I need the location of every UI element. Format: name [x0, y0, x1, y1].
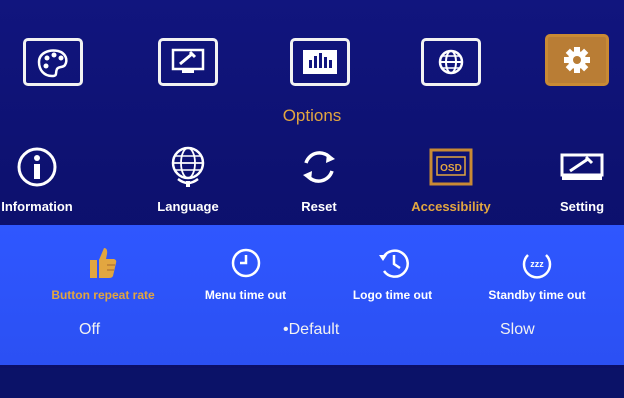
param-label: Menu time out	[204, 288, 287, 302]
globe-icon[interactable]	[421, 38, 481, 86]
tab-label: Information	[1, 199, 73, 214]
tab-setting[interactable]: Setting	[527, 143, 624, 214]
gear-icon[interactable]	[545, 34, 609, 86]
tab-label: Setting	[559, 199, 605, 214]
tab-reset[interactable]: Reset	[264, 143, 374, 214]
tab-label: Language	[157, 199, 219, 214]
tab-label: Accessibility	[411, 199, 491, 214]
param-label: Standby time out	[488, 288, 586, 302]
bottom-bar	[0, 368, 624, 398]
sleep-icon-text: zzz	[530, 259, 544, 269]
info-icon	[0, 143, 92, 191]
reset-icon	[264, 143, 374, 191]
tab-information[interactable]: Information	[0, 143, 92, 214]
globe-icon	[133, 143, 243, 191]
tab-language[interactable]: Language	[133, 143, 243, 214]
parameter-panel: Button repeat rate Menu time out Logo ti…	[0, 225, 624, 365]
setting-icon	[527, 143, 624, 191]
tab-label: Reset	[301, 199, 337, 214]
thumbs-up-icon	[24, 245, 182, 281]
equalizer-icon[interactable]	[290, 38, 350, 86]
value-default[interactable]: •Default	[283, 321, 339, 339]
value-slow[interactable]: Slow	[500, 321, 535, 339]
value-off[interactable]: Off	[79, 321, 100, 339]
osd-icon-text: OSD	[440, 163, 462, 174]
param-standby-time-out[interactable]: zzz Standby time out	[462, 245, 612, 302]
monitor-settings-icon[interactable]	[158, 38, 218, 86]
param-label: Logo time out	[352, 288, 433, 302]
param-logo-time-out[interactable]: Logo time out	[330, 245, 455, 302]
osd-screen: Options Information Language Reset OSD A…	[0, 0, 624, 398]
picture-icon[interactable]	[23, 38, 83, 86]
param-button-repeat-rate[interactable]: Button repeat rate	[24, 245, 182, 302]
param-menu-time-out[interactable]: Menu time out	[183, 245, 308, 302]
value-label: Default	[288, 321, 340, 338]
osd-icon: OSD	[396, 143, 506, 191]
tab-accessibility[interactable]: OSD Accessibility	[396, 143, 506, 214]
history-clock-icon	[330, 245, 455, 281]
sleep-icon: zzz	[462, 245, 612, 281]
param-label: Button repeat rate	[51, 288, 155, 302]
clock-icon	[183, 245, 308, 281]
menu-title: Options	[282, 106, 342, 125]
